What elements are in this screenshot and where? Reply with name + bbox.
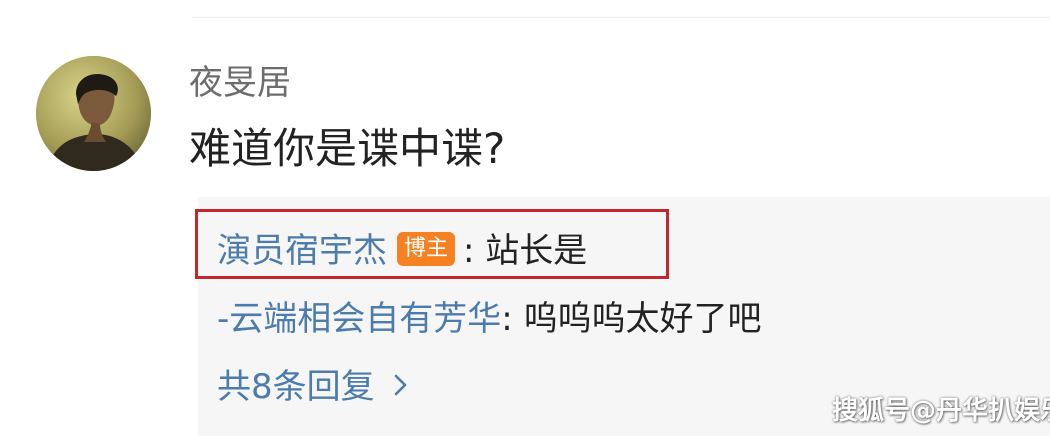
reply-separator: :	[501, 299, 513, 339]
chevron-right-icon	[393, 363, 409, 409]
reply-text: 呜呜呜太好了吧	[523, 299, 762, 339]
reply-author[interactable]: -云端相会自有芳华	[217, 299, 501, 339]
user-avatar[interactable]	[36, 56, 151, 171]
more-replies-link[interactable]: 共8条回复	[217, 364, 409, 412]
more-replies-label[interactable]: 共8条回复	[217, 367, 375, 407]
highlight-frame	[195, 209, 669, 279]
watermark: 搜狐号@丹华扒娱乐	[832, 396, 1050, 426]
comment-username[interactable]: 夜旻居	[189, 60, 291, 106]
top-divider	[192, 17, 1050, 18]
comment-text: 难道你是谍中谍?	[189, 124, 506, 173]
reply-item[interactable]: -云端相会自有芳华: 呜呜呜太好了吧	[217, 296, 762, 342]
avatar-photo	[36, 56, 151, 171]
